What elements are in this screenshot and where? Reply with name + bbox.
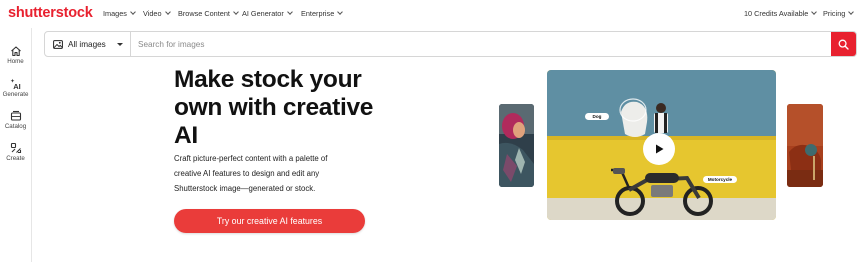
nav-images-label: Images (103, 9, 127, 18)
nav-ai-generator-label: AI Generator (242, 9, 284, 18)
image-icon (53, 39, 63, 49)
create-icon (10, 142, 21, 154)
sidebar-item-home[interactable]: Home (0, 45, 31, 65)
pricing-menu[interactable]: Pricing (823, 9, 855, 18)
chevron-down-icon (130, 9, 136, 15)
carousel-thumbnail-left[interactable] (499, 104, 534, 187)
search-icon (838, 39, 849, 50)
chevron-down-icon (164, 9, 171, 15)
hero-description: Craft picture-perfect content with a pal… (174, 154, 328, 193)
chevron-down-icon (848, 9, 855, 15)
search-input[interactable] (131, 32, 831, 56)
nav-enterprise[interactable]: Enterprise (301, 9, 344, 18)
caret-down-icon (117, 43, 123, 46)
search-button[interactable] (831, 32, 856, 56)
hero-title: Make stock your own with creative AI (174, 66, 374, 149)
top-nav: shutterstock Images Video Browse Content… (0, 0, 860, 28)
search-type-label: All images (68, 39, 106, 49)
nav-enterprise-label: Enterprise (301, 9, 335, 18)
portrait-image (499, 104, 534, 187)
nav-video-label: Video (143, 9, 162, 18)
nav-video[interactable]: Video (143, 9, 171, 18)
svg-text:AI: AI (13, 82, 21, 90)
sidebar-item-label: Generate (2, 91, 29, 98)
chevron-down-icon (337, 9, 344, 15)
shutterstock-logo[interactable]: shutterstock (8, 5, 93, 21)
catalog-icon (10, 110, 21, 121)
chevron-down-icon (811, 9, 818, 15)
interior-image (787, 104, 823, 187)
sidebar-item-label: Home (7, 58, 24, 65)
search-type-dropdown[interactable]: All images (45, 32, 131, 56)
hero-video-image[interactable]: Dog Motorcycle (547, 70, 776, 220)
play-icon (656, 144, 664, 154)
home-icon (10, 46, 21, 57)
search-bar: All images (44, 31, 857, 57)
sidebar-item-create[interactable]: Create (0, 142, 31, 162)
sidebar-item-label: Catalog (4, 123, 27, 130)
ai-sparkle-icon: AI (10, 78, 21, 90)
pricing-label: Pricing (823, 9, 846, 18)
sidebar-item-catalog[interactable]: Catalog (0, 110, 31, 130)
nav-browse-content-label: Browse Content (178, 9, 230, 18)
credits-label: 10 Credits Available (744, 9, 809, 18)
nav-ai-generator[interactable]: AI Generator (242, 9, 293, 18)
carousel-thumbnail-right[interactable] (787, 104, 823, 187)
object-tag-motorcycle: Motorcycle (703, 176, 737, 183)
try-ai-features-button[interactable]: Try our creative AI features (174, 209, 365, 233)
chevron-down-icon (286, 9, 293, 15)
credits-menu[interactable]: 10 Credits Available (744, 9, 818, 18)
object-tag-dog: Dog (585, 113, 609, 120)
nav-browse-content[interactable]: Browse Content (178, 9, 239, 18)
sidebar-item-generate[interactable]: AI Generate (0, 78, 31, 98)
play-button[interactable] (643, 133, 675, 165)
nav-images[interactable]: Images (103, 9, 136, 18)
sidebar-item-label: Create (6, 155, 25, 162)
sidebar: Home AI Generate Catalog Create (0, 28, 32, 262)
chevron-down-icon (233, 9, 239, 15)
